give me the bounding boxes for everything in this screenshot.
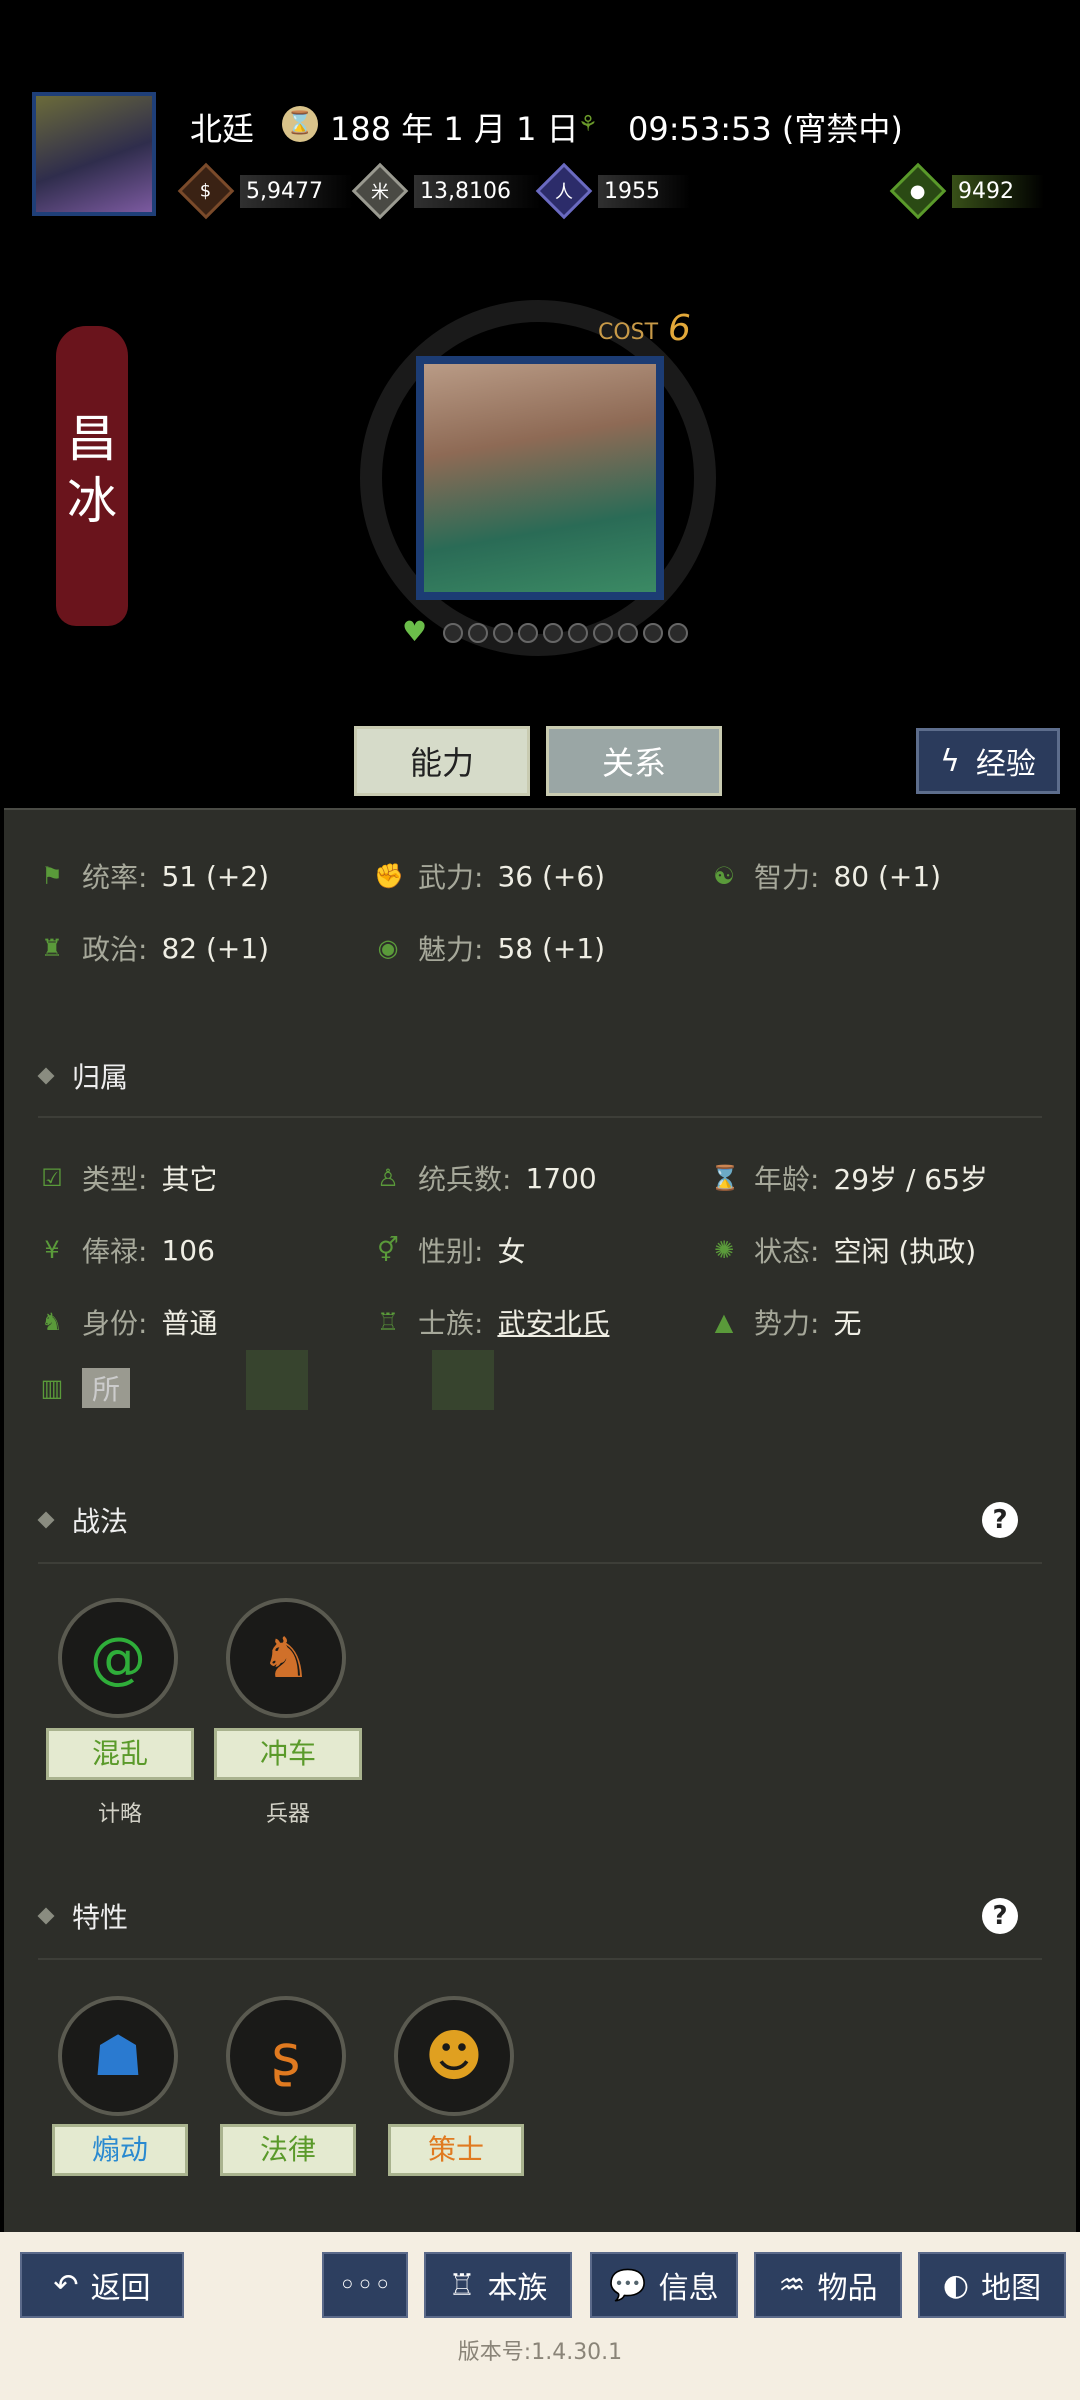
grain-icon: 米 [351, 162, 409, 220]
info-salary: ¥ 俸禄: 106 [38, 1230, 215, 1270]
agitator-icon[interactable]: ☗ [58, 1996, 178, 2116]
divider [38, 1116, 1042, 1118]
experience-button[interactable]: ϟ 经验 [916, 728, 1060, 794]
trait-agitate[interactable]: 煽动 [52, 2124, 188, 2176]
flag-icon: ⚑ [41, 862, 63, 890]
fist-icon: ✊ [374, 862, 404, 890]
back-arrow-icon: ↶ [53, 2267, 79, 2303]
game-date: 188 年 1 月 1 日 [330, 110, 579, 148]
status-icon: ✺ [713, 1236, 735, 1264]
tactic-type: 计略 [97, 1802, 142, 1827]
character-portrait[interactable] [416, 356, 664, 600]
section-tactics: 战法 [37, 1500, 128, 1540]
globe-icon: ◐ [942, 2267, 970, 2303]
partial-icon: ▥ [40, 1374, 64, 1402]
player-avatar[interactable] [32, 92, 156, 216]
clan-icon: ♖ [448, 2267, 476, 2303]
clan-button[interactable]: ♖ 本族 [424, 2252, 572, 2318]
stat-intellect: ☯ 智力: 80 (+1) [710, 856, 941, 896]
tab-relations[interactable]: 关系 [546, 726, 722, 796]
blurred-area [432, 1350, 494, 1410]
game-time: 09:53:53 (宵禁中) [628, 110, 903, 148]
map-button[interactable]: ◐ 地图 [918, 2252, 1066, 2318]
section-affiliation: 归属 [37, 1056, 128, 1096]
law-icon[interactable]: ʂ [226, 1996, 346, 2116]
items-button[interactable]: ♒ 物品 [754, 2252, 902, 2318]
section-traits: 特性 [37, 1896, 128, 1936]
strategist-icon[interactable]: ☻ [394, 1996, 514, 2116]
brain-icon: ☯ [713, 862, 735, 890]
info-identity: ♞ 身份: 普通 [38, 1302, 217, 1342]
diamond-bullet-icon [37, 1907, 55, 1925]
stat-command: ⚑ 统率: 51 (+2) [38, 856, 269, 896]
chess-piece-icon: ♞ [41, 1308, 63, 1336]
player-name: 北廷 [190, 110, 255, 148]
soldier-icon: 人 [535, 162, 593, 220]
diamond-bullet-icon [37, 1067, 55, 1085]
info-button[interactable]: 💬 信息 [590, 2252, 738, 2318]
version-text: 版本号:1.4.30.1 [457, 2340, 623, 2365]
tactic-siege[interactable]: 冲车 [214, 1728, 362, 1780]
resource-grain: 米 13,8106 [351, 162, 541, 220]
info-troops: ♙ 统兵数: 1700 [374, 1158, 596, 1198]
trait-law[interactable]: 法律 [220, 2124, 356, 2176]
resource-money: ● 9492 [889, 162, 1044, 220]
lightning-icon: ϟ [940, 743, 960, 779]
swirl-icon[interactable]: @ [58, 1598, 178, 1718]
mountain-icon: ▲ [714, 1308, 734, 1336]
heart-icon: ♥ [402, 615, 428, 648]
stat-force: ✊ 武力: 36 (+6) [374, 859, 606, 895]
tab-ability[interactable]: 能力 [354, 726, 530, 796]
trait-strategist[interactable]: 策士 [388, 2124, 524, 2176]
eye-icon: ◉ [377, 934, 399, 962]
info-age: ⌛ 年龄: 29岁 / 65岁 [710, 1163, 988, 1196]
cost-label: COST [598, 320, 659, 345]
gender-icon: ⚥ [377, 1236, 399, 1264]
calendar-check-icon: ☑ [41, 1164, 63, 1192]
cricket-icon: ⚘ [578, 112, 598, 137]
bag-icon: ♒ [778, 2267, 806, 2303]
back-button[interactable]: ↶ 返回 [20, 2252, 184, 2318]
yen-coin-icon: ¥ [44, 1236, 60, 1264]
info-clan: ♖ 士族: 武安北氏 [374, 1302, 609, 1342]
loyalty-dots: ♥ [402, 618, 688, 648]
money-bag-icon: ● [889, 162, 947, 220]
chat-bubble-icon: 💬 [609, 2267, 647, 2303]
info-partial-row: ▥ 所 [38, 1368, 131, 1408]
gold-coin-icon: $ [177, 162, 235, 220]
hourglass-icon: ⌛ [710, 1164, 740, 1192]
info-gender: ⚥ 性别: 女 [374, 1230, 525, 1270]
tactic-type: 兵器 [265, 1802, 310, 1827]
diamond-bullet-icon [37, 1511, 55, 1529]
stat-charm: ◉ 魅力: 58 (+1) [374, 928, 606, 968]
divider [38, 1958, 1042, 1960]
info-type: ☑ 类型: 其它 [38, 1158, 217, 1198]
year-icon: ⌛ [282, 106, 318, 142]
blurred-area [246, 1350, 308, 1410]
info-faction: ▲ 势力: 无 [710, 1302, 862, 1342]
stat-politics: ♜ 政治: 82 (+1) [38, 928, 269, 968]
character-name: 昌冰 [67, 410, 117, 530]
tactic-confuse[interactable]: 混乱 [46, 1728, 194, 1780]
more-button[interactable]: ◦◦◦ [322, 2252, 408, 2318]
info-status: ✺ 状态: 空闲 (执政) [710, 1230, 976, 1270]
person-icon: ♙ [377, 1164, 399, 1192]
siege-horse-icon[interactable]: ♞ [226, 1598, 346, 1718]
scroll-icon: ♜ [41, 934, 63, 962]
resource-gold: $ 5,9477 [177, 162, 353, 220]
tactics-help-button[interactable]: ? [982, 1502, 1018, 1538]
resource-soldiers: 人 1955 [535, 162, 690, 220]
divider [38, 1562, 1042, 1564]
clan-icon: ♖ [377, 1308, 399, 1336]
cost-value: 6 [668, 308, 691, 349]
clan-link[interactable]: 武安北氏 [497, 1302, 609, 1342]
traits-help-button[interactable]: ? [982, 1898, 1018, 1934]
